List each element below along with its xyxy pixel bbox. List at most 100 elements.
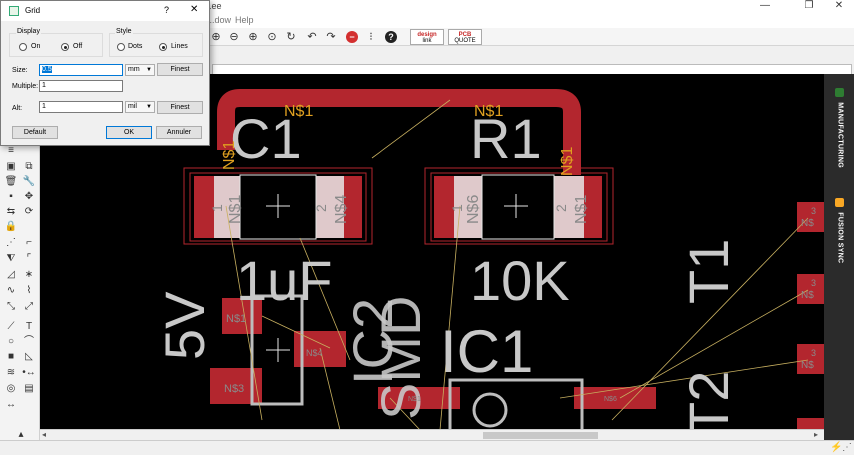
r1-pad2-num: 2	[553, 204, 569, 212]
dialog-title: Grid	[25, 6, 41, 15]
net-top-right: N$1	[474, 103, 503, 120]
polygon-icon[interactable]: ◺	[22, 350, 36, 364]
pcb-quote-button[interactable]: PCB QUOTE	[448, 29, 482, 45]
mirror-icon[interactable]: ⇆	[4, 205, 18, 219]
ic-pad-c-net: N$4	[306, 348, 323, 358]
close-button[interactable]: ✕	[824, 0, 854, 14]
style-dots-radio[interactable]	[117, 43, 125, 51]
scroll-left-icon[interactable]: ◂	[42, 430, 46, 440]
group-icon[interactable]: ▪	[4, 190, 18, 204]
scroll-right-icon[interactable]: ▸	[814, 430, 818, 440]
redo-icon[interactable]: ↷	[323, 29, 339, 45]
meander-icon[interactable]: ∿	[4, 284, 18, 298]
minimize-button[interactable]: —	[750, 0, 780, 14]
delete-icon[interactable]: 🗑	[4, 175, 18, 189]
stop-icon[interactable]: −	[346, 31, 358, 43]
dialog-close-button[interactable]: ✕	[190, 4, 198, 15]
zoom-in-icon[interactable]: ⊕	[245, 29, 261, 45]
display-off-radio[interactable]	[61, 43, 69, 51]
label-r1-value: 10K	[470, 249, 570, 312]
bend-icon[interactable]: ⌜	[22, 252, 36, 266]
via-icon[interactable]: •↔	[22, 366, 36, 380]
size-input[interactable]: 0.5	[39, 64, 123, 76]
menu-help[interactable]: Help	[235, 15, 254, 25]
go-icon[interactable]: ⁝	[363, 29, 379, 45]
info-icon[interactable]: ≡	[4, 144, 18, 158]
tune-icon[interactable]: ⌇	[22, 284, 36, 298]
text-icon[interactable]: T	[22, 320, 36, 334]
zoom-select-icon[interactable]: ⊙	[264, 29, 280, 45]
designlink-bottom: link	[422, 38, 432, 44]
rect-icon[interactable]: ■	[4, 350, 18, 364]
split-icon[interactable]: ⋰	[4, 236, 18, 250]
size-finest-button[interactable]: Finest	[157, 63, 203, 76]
fusion-sync-tab[interactable]: FUSION SYNC	[826, 198, 844, 263]
arc-icon[interactable]: ⌒	[22, 335, 36, 349]
autoroute-icon[interactable]: ⤡	[4, 300, 18, 314]
size-value: 0.5	[42, 66, 52, 73]
menu-window[interactable]: ...dow	[207, 15, 231, 25]
multiple-input[interactable]: 1	[39, 80, 123, 92]
lock-icon[interactable]: 🔒	[4, 220, 18, 234]
zoom-fit-icon[interactable]: ⊕	[208, 29, 224, 45]
alt-unit-value: mil	[128, 103, 137, 110]
size-unit-select[interactable]: mm ▼	[125, 64, 155, 76]
undo-icon[interactable]: ↶	[304, 29, 320, 45]
attribute-icon[interactable]: ▤	[22, 382, 36, 396]
cancel-button[interactable]: Annuler	[156, 126, 202, 139]
right-pad-a-num: 3	[811, 206, 816, 216]
ripup-icon[interactable]: ∗	[22, 268, 36, 282]
style-lines-radio[interactable]	[159, 43, 167, 51]
net-c1-left: N$1	[221, 141, 238, 170]
right-pad-a-net: N$	[801, 218, 814, 229]
right-pad-b-net: N$	[801, 290, 814, 301]
ok-button[interactable]: OK	[106, 126, 152, 139]
label-t2: T2	[677, 371, 740, 429]
label-ic1: IC1	[440, 318, 533, 385]
fusion-sync-icon	[835, 198, 844, 207]
multiple-label: Multiple:	[12, 83, 39, 90]
restore-button[interactable]: ❐	[794, 0, 824, 14]
manufacturing-tab[interactable]: MANUFACTURING	[826, 88, 844, 168]
size-label: Size:	[12, 67, 28, 74]
scroll-thumb[interactable]	[483, 432, 598, 439]
horizontal-scrollbar[interactable]: ◂ ▸	[40, 429, 824, 440]
wrench-icon[interactable]: 🔧	[22, 175, 36, 189]
display-on-radio[interactable]	[19, 43, 27, 51]
alt-unit-select[interactable]: mil ▼	[125, 101, 155, 113]
net-top-left: N$1	[284, 103, 313, 120]
ic1-pad-right-net: N$6	[604, 396, 617, 403]
label-c1-value: 1uF	[236, 249, 333, 312]
redraw-icon[interactable]: ↻	[283, 29, 299, 45]
miter-icon[interactable]: ⌐	[22, 236, 36, 250]
default-button[interactable]: Default	[12, 126, 58, 139]
style-dots-label: Dots	[128, 43, 143, 50]
dialog-help-button[interactable]: ?	[164, 5, 169, 15]
zoom-out-icon[interactable]: ⊖	[226, 29, 242, 45]
wire-icon[interactable]: ⟋	[4, 320, 18, 334]
help-icon[interactable]: ?	[385, 31, 397, 43]
chevron-down-icon: ▼	[146, 67, 152, 73]
ic-pad-a-net: N$1	[226, 313, 246, 325]
display-on-label: On	[31, 43, 41, 50]
alt-input[interactable]: 1	[39, 101, 123, 113]
hole-icon[interactable]: ◎	[4, 382, 18, 396]
lightning-icon[interactable]: ⚡	[830, 442, 842, 453]
optimize-icon[interactable]: ⧨	[4, 252, 18, 266]
move-icon[interactable]: ✥	[22, 190, 36, 204]
copy-icon[interactable]: ⧉	[22, 160, 36, 174]
alt-finest-button[interactable]: Finest	[157, 101, 203, 114]
rotate-icon[interactable]: ⟳	[22, 205, 36, 219]
route-icon[interactable]: ◿	[4, 268, 18, 282]
dimension-icon[interactable]: ↔	[4, 398, 18, 412]
display-label: Display	[16, 28, 41, 35]
grid-dialog-icon	[9, 6, 19, 16]
designlink-button[interactable]: design link	[410, 29, 444, 45]
label-5v: 5V	[153, 291, 216, 360]
size-unit-value: mm	[128, 66, 140, 73]
fanout-icon[interactable]: ⤢	[22, 300, 36, 314]
layers-icon[interactable]: ≋	[4, 366, 18, 380]
circle-icon[interactable]: ○	[4, 335, 18, 349]
label-t1: T1	[677, 239, 740, 304]
show-icon[interactable]: ▣	[4, 160, 18, 174]
